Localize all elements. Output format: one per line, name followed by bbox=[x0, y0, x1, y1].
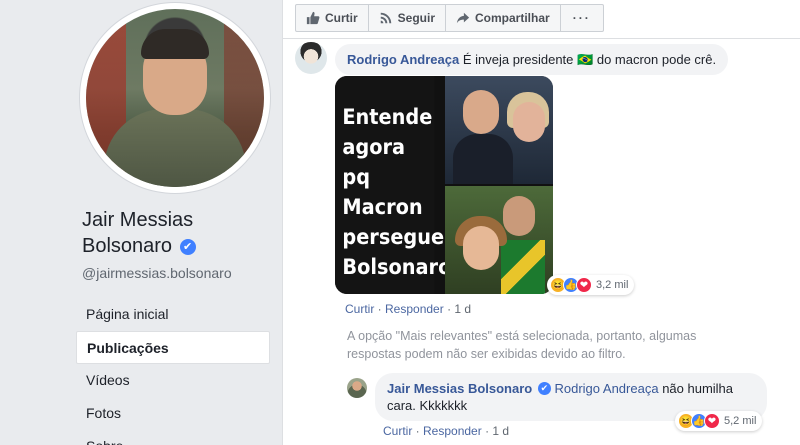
profile-name-text[interactable]: Jair Messias Bolsonaro bbox=[82, 209, 193, 257]
like-page-button[interactable]: Curtir bbox=[296, 5, 369, 31]
reply-reactions[interactable]: 😆 👍 ❤ 5,2 mil bbox=[675, 411, 763, 431]
reply-avatar[interactable] bbox=[347, 378, 367, 398]
wifi-follow-icon bbox=[380, 12, 391, 24]
follow-label: Seguir bbox=[397, 11, 436, 25]
share-arrow-icon bbox=[456, 12, 470, 24]
reply-actions: Curtir · Responder · 1 d bbox=[383, 424, 510, 438]
love-reaction-icon: ❤ bbox=[576, 277, 592, 293]
more-dots-icon: ··· bbox=[572, 11, 591, 25]
meme-line-1: Entende bbox=[342, 105, 433, 129]
meme-line-5: Bolsonaro? bbox=[342, 255, 463, 279]
meme-line-3: pq Macron bbox=[342, 165, 423, 219]
post-action-bar: Curtir Seguir Compartilhar ··· bbox=[295, 4, 604, 32]
more-options-button[interactable]: ··· bbox=[561, 5, 603, 31]
comment-reactions[interactable]: 😆 👍 ❤ 3,2 mil bbox=[547, 275, 635, 295]
nav-item-about[interactable]: Sobre bbox=[76, 430, 270, 445]
comment-bubble: Rodrigo Andreaça É inveja presidente 🇧🇷 … bbox=[335, 44, 729, 75]
verified-check-icon: ✔ bbox=[537, 382, 551, 395]
comment-age[interactable]: 1 d bbox=[454, 302, 471, 316]
action-bar-divider bbox=[283, 38, 800, 39]
reply-mention[interactable]: Rodrigo Andreaça bbox=[554, 381, 658, 396]
nav-item-photos[interactable]: Fotos bbox=[76, 397, 270, 430]
nav-item-posts[interactable]: Publicações bbox=[76, 331, 270, 364]
meme-caption: Entende agora pq Macron persegue Bolsona… bbox=[335, 76, 463, 294]
love-reaction-icon: ❤ bbox=[704, 413, 720, 429]
share-button[interactable]: Compartilhar bbox=[446, 5, 561, 31]
meme-line-2: agora bbox=[342, 135, 406, 159]
comment-actions: Curtir · Responder · 1 d bbox=[345, 302, 472, 316]
follow-button[interactable]: Seguir bbox=[369, 5, 447, 31]
meme-photo-top bbox=[445, 76, 553, 184]
verified-check-icon: ✔ bbox=[179, 239, 196, 255]
meme-photo-bottom bbox=[445, 186, 553, 294]
profile-name[interactable]: Jair Messias Bolsonaro ✔ bbox=[82, 207, 272, 259]
feed-panel: Curtir Seguir Compartilhar ··· Rodrigo A… bbox=[282, 0, 800, 445]
commenter-avatar[interactable] bbox=[295, 42, 327, 74]
meme-line-4: persegue bbox=[342, 225, 445, 249]
thumbs-up-icon bbox=[306, 11, 320, 25]
reply-reply-link[interactable]: Responder bbox=[423, 424, 482, 438]
reaction-count: 5,2 mil bbox=[724, 415, 757, 427]
profile-handle[interactable]: @jairmessias.bolsonaro bbox=[82, 265, 232, 281]
nav-item-videos[interactable]: Vídeos bbox=[76, 364, 270, 397]
profile-nav: Página inicial Publicações Vídeos Fotos … bbox=[76, 298, 270, 445]
reaction-count: 3,2 mil bbox=[596, 279, 629, 291]
comment-text-before: É inveja presidente bbox=[462, 52, 574, 67]
like-page-label: Curtir bbox=[325, 11, 358, 25]
share-label: Compartilhar bbox=[475, 11, 550, 25]
reply-age[interactable]: 1 d bbox=[492, 424, 509, 438]
nav-item-home[interactable]: Página inicial bbox=[76, 298, 270, 331]
comment-text-after: do macron pode crê. bbox=[596, 52, 717, 67]
filter-notice: A opção "Mais relevantes" está seleciona… bbox=[347, 329, 697, 361]
brazil-flag-emoji: 🇧🇷 bbox=[577, 52, 594, 67]
comment-image[interactable]: Entende agora pq Macron persegue Bolsona… bbox=[335, 76, 553, 294]
comment-like-link[interactable]: Curtir bbox=[345, 302, 374, 316]
profile-sidebar: Jair Messias Bolsonaro ✔ @jairmessias.bo… bbox=[0, 0, 282, 445]
reply-like-link[interactable]: Curtir bbox=[383, 424, 412, 438]
comment-author[interactable]: Rodrigo Andreaça bbox=[347, 52, 459, 67]
reply-author[interactable]: Jair Messias Bolsonaro bbox=[387, 381, 532, 396]
profile-picture[interactable] bbox=[86, 9, 264, 187]
comment-reply-link[interactable]: Responder bbox=[385, 302, 444, 316]
